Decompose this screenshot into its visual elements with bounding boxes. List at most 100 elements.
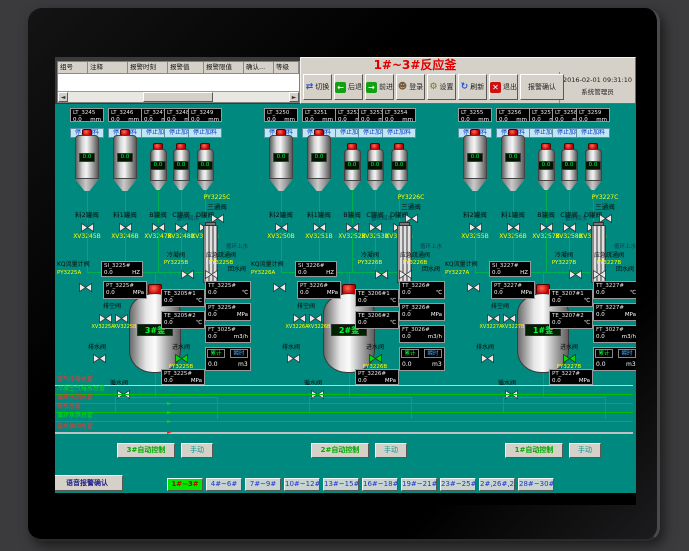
vent-valve-icon[interactable]: [487, 314, 500, 323]
instrument-display[interactable]: SI_3225#0.0HZ: [101, 261, 143, 277]
vent-valve-icon[interactable]: [115, 314, 128, 323]
manual-control-button[interactable]: 手动: [375, 443, 407, 458]
tank-valve-icon[interactable]: [313, 223, 326, 232]
tank-valve-icon[interactable]: [469, 223, 482, 232]
manual-control-button[interactable]: 手动: [569, 443, 601, 458]
inlet-valve-icon[interactable]: [369, 354, 382, 363]
emergency-valve-icon[interactable]: [399, 270, 412, 279]
instrument-display[interactable]: TE_3206#20.0℃: [355, 311, 399, 329]
toolbar-button-switch[interactable]: ⇄切换: [303, 74, 332, 100]
tank-valve-icon[interactable]: [346, 223, 359, 232]
tank-valve-icon[interactable]: [175, 223, 188, 232]
instrument-display[interactable]: TE_3205#10.0℃: [161, 289, 205, 307]
toolbar-button-refresh[interactable]: ↻刷新: [458, 74, 487, 100]
instrument-display[interactable]: FT_3027#0.0m3/h: [593, 325, 636, 343]
page-button[interactable]: 13#~15#: [323, 478, 359, 491]
auto-control-button[interactable]: 3#自动控制: [117, 443, 175, 458]
toolbar-button-settings[interactable]: ⚙设置: [427, 74, 456, 100]
instrument-display[interactable]: PT_3226#0.0MPa: [297, 281, 341, 299]
toolbar-button-back[interactable]: ←后退: [334, 74, 363, 100]
vent-valve-icon[interactable]: [503, 314, 516, 323]
level-transmitter-display[interactable]: LT_32500.0mm: [264, 108, 298, 122]
auto-control-button[interactable]: 2#自动控制: [311, 443, 369, 458]
level-transmitter-display[interactable]: LT_32460.0mm: [108, 108, 142, 122]
drain-valve-icon[interactable]: [287, 354, 300, 363]
page-button[interactable]: 28#~30#: [518, 478, 554, 491]
toolbar-button-login[interactable]: ☻登录: [396, 74, 425, 100]
instrument-display[interactable]: PT_3225#0.0MPa: [103, 281, 147, 299]
vent-valve-icon[interactable]: [293, 314, 306, 323]
page-button[interactable]: 23#~25#: [440, 478, 476, 491]
level-transmitter-display[interactable]: LT_32490.0mm: [188, 108, 222, 122]
tank-valve-icon[interactable]: [119, 223, 132, 232]
alarm-scrollbar[interactable]: ◄ ►: [58, 91, 299, 102]
vent-valve-icon[interactable]: [309, 314, 322, 323]
instrument-display[interactable]: PT_3225#0.0MPa: [161, 369, 205, 385]
kq-flow-valve-icon[interactable]: [79, 283, 92, 292]
condenser-valve-icon[interactable]: [375, 270, 388, 279]
emergency-valve-icon[interactable]: [205, 270, 218, 279]
scroll-thumb[interactable]: [143, 92, 213, 102]
drain-valve-icon[interactable]: [93, 354, 106, 363]
instrument-display[interactable]: TE_3205#20.0℃: [161, 311, 205, 329]
reactor-section-2: LT_32500.0mm停止加料0.0料2罐阀XV3250BLT_32510.0…: [251, 104, 445, 493]
tank-valve-icon[interactable]: [152, 223, 165, 232]
totalizer-display[interactable]: 累计瞬时0.0m3: [399, 347, 445, 371]
level-transmitter-display[interactable]: LT_32550.0mm: [458, 108, 492, 122]
instrument-display[interactable]: FT_3026#0.0m3/h: [399, 325, 445, 343]
page-button[interactable]: 2#,26#,27: [479, 478, 515, 491]
kq-flow-valve-icon[interactable]: [467, 283, 480, 292]
level-transmitter-display[interactable]: LT_32590.0mm: [576, 108, 610, 122]
page-button[interactable]: 7#~9#: [245, 478, 281, 491]
level-transmitter-display[interactable]: LT_32540.0mm: [382, 108, 416, 122]
page-button[interactable]: 1#~3#: [167, 478, 203, 491]
instrument-display[interactable]: TT_3226#0.0℃: [399, 281, 445, 299]
voice-alarm-ack-button[interactable]: 语音报警确认: [55, 475, 123, 491]
condenser-valve-icon[interactable]: [181, 270, 194, 279]
instrument-display[interactable]: FT_3025#0.0m3/h: [205, 325, 251, 343]
page-button[interactable]: 10#~12#: [284, 478, 320, 491]
kq-flow-valve-icon[interactable]: [273, 283, 286, 292]
scroll-left-arrow[interactable]: ◄: [58, 92, 68, 102]
toolbar-button-exit[interactable]: ✕退出: [489, 74, 518, 100]
tank-valve-icon[interactable]: [81, 223, 94, 232]
page-button[interactable]: 19#~21#: [401, 478, 437, 491]
scroll-right-arrow[interactable]: ►: [289, 92, 299, 102]
instrument-display[interactable]: PT_3227#0.0MPa: [593, 303, 636, 321]
drain-valve-icon[interactable]: [481, 354, 494, 363]
instrument-display[interactable]: SI_3227#0.0HZ: [489, 261, 531, 277]
instrument-display[interactable]: PT_3227#0.0MPa: [549, 369, 593, 385]
instrument-display[interactable]: TE_3207#20.0℃: [549, 311, 593, 329]
instrument-display[interactable]: PT_3225#0.0MPa: [205, 303, 251, 321]
instrument-display[interactable]: SI_3226#0.0HZ: [295, 261, 337, 277]
emergency-valve-icon[interactable]: [593, 270, 606, 279]
instrument-display[interactable]: TE_3206#10.0℃: [355, 289, 399, 307]
inlet-valve-icon[interactable]: [175, 354, 188, 363]
instrument-display[interactable]: TE_3207#10.0℃: [549, 289, 593, 307]
toolbar-button-alarm-ack[interactable]: 报警确认: [520, 74, 564, 100]
instrument-display[interactable]: TT_3225#0.0℃: [205, 281, 251, 299]
manual-control-button[interactable]: 手动: [181, 443, 213, 458]
vent-valve-icon[interactable]: [99, 314, 112, 323]
totalizer-display[interactable]: 累计瞬时0.0m3: [593, 347, 636, 371]
tank-valve-icon[interactable]: [540, 223, 553, 232]
kq-flow-valve-label: KQ流量计阀: [57, 262, 101, 268]
toolbar-button-forward[interactable]: →前进: [365, 74, 394, 100]
instrument-display[interactable]: TT_3227#0.0℃: [593, 281, 636, 299]
instrument-display[interactable]: PT_3226#0.0MPa: [355, 369, 399, 385]
level-transmitter-display[interactable]: LT_32450.0mm: [70, 108, 104, 122]
page-button[interactable]: 4#~6#: [206, 478, 242, 491]
condenser-valve-icon[interactable]: [569, 270, 582, 279]
level-transmitter-display[interactable]: LT_32510.0mm: [302, 108, 336, 122]
level-transmitter-display[interactable]: LT_32560.0mm: [496, 108, 530, 122]
tank-valve-icon[interactable]: [563, 223, 576, 232]
totalizer-display[interactable]: 累计瞬时0.0m3: [205, 347, 251, 371]
instrument-display[interactable]: PT_3227#0.0MPa: [491, 281, 535, 299]
tank-valve-icon[interactable]: [507, 223, 520, 232]
tank-valve-icon[interactable]: [369, 223, 382, 232]
instrument-display[interactable]: PT_3226#0.0MPa: [399, 303, 445, 321]
page-button[interactable]: 16#~18#: [362, 478, 398, 491]
auto-control-button[interactable]: 1#自动控制: [505, 443, 563, 458]
inlet-valve-icon[interactable]: [563, 354, 576, 363]
tank-valve-icon[interactable]: [275, 223, 288, 232]
